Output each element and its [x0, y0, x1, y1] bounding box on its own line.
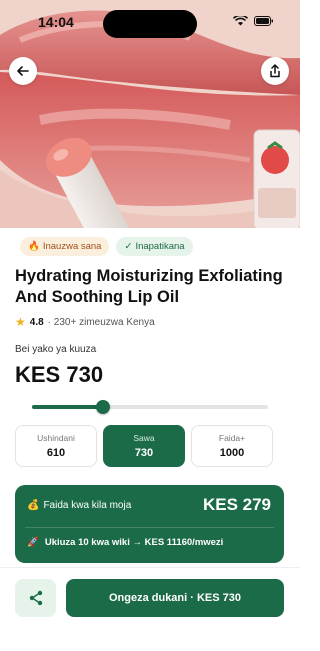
- product-title: Hydrating Moisturizing Exfoliating And S…: [15, 267, 283, 306]
- share-top-button[interactable]: [261, 57, 289, 85]
- badge-bestseller: 🔥 Inauzwa sana: [20, 237, 110, 256]
- price-option-label: Sawa: [133, 433, 155, 443]
- sold-count: · 230+ zimeuzwa Kenya: [47, 316, 155, 328]
- price-options: Ushindani 610 Sawa 730 Faida+ 1000: [15, 425, 273, 467]
- status-bar: 14:04: [0, 10, 300, 38]
- battery-icon: [254, 16, 273, 26]
- share-button[interactable]: [15, 579, 56, 617]
- price-slider-fill: [32, 405, 103, 409]
- wifi-icon: [233, 16, 248, 26]
- dynamic-island: [103, 10, 197, 38]
- product-hero-image: 14:04: [0, 0, 300, 228]
- badge-bestseller-label: Inauzwa sana: [42, 241, 102, 252]
- price-slider-thumb[interactable]: [95, 400, 110, 414]
- selling-price: KES 730: [15, 362, 104, 387]
- rocket-icon: 🚀: [27, 537, 39, 548]
- share-nodes-icon: [29, 590, 42, 606]
- price-option-value: 730: [134, 447, 154, 459]
- money-bag-icon: 💰: [27, 500, 40, 511]
- price-option-competitive[interactable]: Ushindani 610: [15, 425, 97, 467]
- check-icon: ✓: [124, 241, 133, 252]
- price-option-label: Faida+: [218, 433, 246, 443]
- price-option-profit-plus[interactable]: Faida+ 1000: [191, 425, 273, 467]
- add-to-shop-button[interactable]: Ongeza dukani · KES 730: [66, 579, 284, 617]
- profit-projection-text: Ukiuza 10 kwa wiki → KES 11160/mwezi: [44, 537, 224, 548]
- price-label: Bei yako ya kuuza: [15, 344, 97, 355]
- rating-value: 4.8: [29, 316, 44, 328]
- profit-projection: 🚀 Ukiuza 10 kwa wiki → KES 11160/mwezi: [27, 537, 223, 548]
- arrow-left-icon: [17, 66, 29, 76]
- profit-divider: [25, 527, 274, 528]
- status-time: 14:04: [38, 14, 74, 30]
- flame-icon: 🔥: [28, 241, 40, 252]
- star-icon: ★: [15, 315, 26, 329]
- status-icons: [233, 16, 274, 26]
- badge-available-label: Inapatikana: [135, 241, 185, 252]
- price-option-standard[interactable]: Sawa 730: [103, 425, 185, 467]
- profit-card: 💰 Faida kwa kila moja KES 279 🚀 Ukiuza 1…: [15, 485, 284, 563]
- profit-label-row: 💰 Faida kwa kila moja: [27, 500, 131, 511]
- price-option-label: Ushindani: [37, 433, 75, 443]
- badges-row: 🔥 Inauzwa sana ✓ Inapatikana: [20, 237, 193, 256]
- back-button[interactable]: [9, 57, 37, 85]
- profit-label: Faida kwa kila moja: [43, 500, 132, 511]
- profit-value: KES 279: [202, 495, 271, 514]
- rating-row: ★ 4.8 · 230+ zimeuzwa Kenya: [15, 315, 155, 329]
- badge-available: ✓ Inapatikana: [116, 237, 193, 256]
- price-slider[interactable]: [32, 400, 268, 414]
- share-upload-icon: [270, 64, 280, 78]
- price-option-value: 1000: [219, 447, 245, 459]
- bottom-action-bar: Ongeza dukani · KES 730: [0, 567, 300, 651]
- price-option-value: 610: [46, 447, 66, 459]
